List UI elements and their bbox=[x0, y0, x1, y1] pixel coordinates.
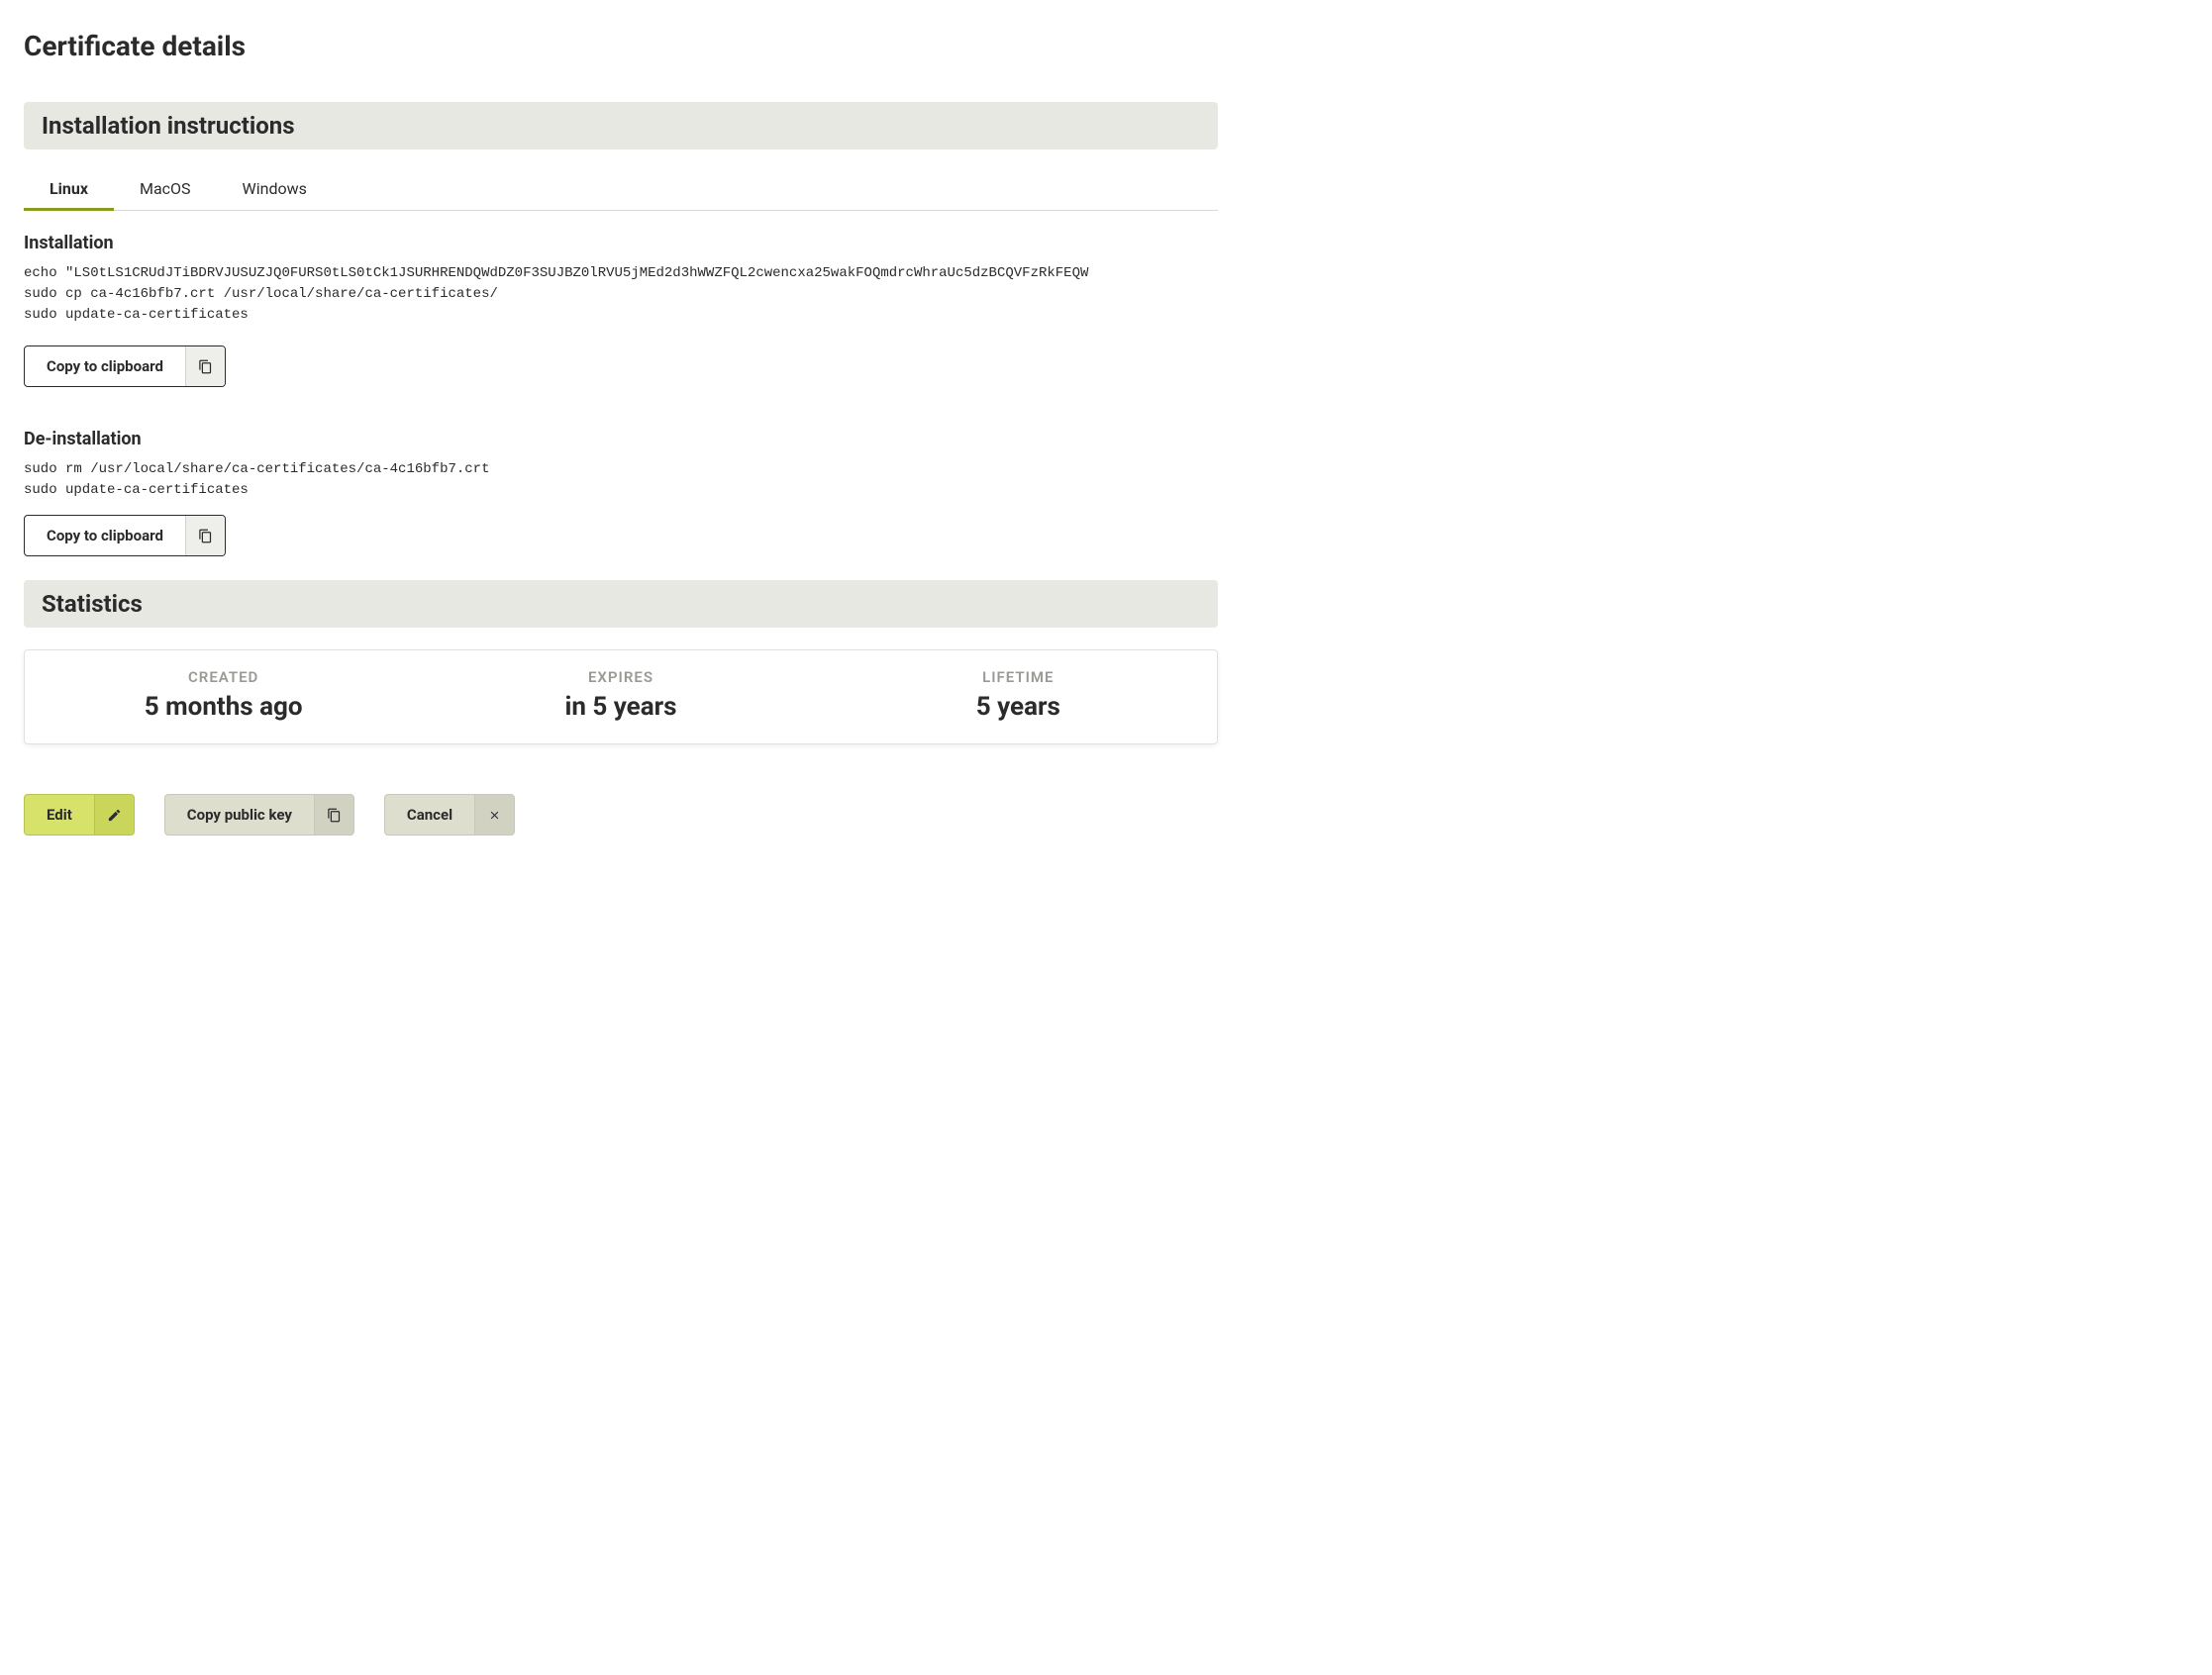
stat-created: CREATED 5 months ago bbox=[25, 668, 422, 722]
edit-icon bbox=[94, 795, 134, 835]
copy-deinstall-button[interactable]: Copy to clipboard bbox=[24, 515, 226, 556]
tab-linux[interactable]: Linux bbox=[24, 171, 114, 211]
copy-icon bbox=[185, 516, 225, 555]
cancel-button[interactable]: Cancel bbox=[384, 794, 515, 836]
close-icon bbox=[474, 795, 514, 835]
copy-icon bbox=[185, 346, 225, 386]
install-panel-header: Installation instructions bbox=[24, 102, 1218, 149]
stat-lifetime: LIFETIME 5 years bbox=[820, 668, 1217, 722]
tabs: Linux MacOS Windows bbox=[24, 171, 1218, 211]
tab-windows[interactable]: Windows bbox=[217, 171, 333, 211]
edit-button[interactable]: Edit bbox=[24, 794, 135, 836]
install-code-scroll[interactable]: echo "LS0tLS1CRUdJTiBDRVJUSUZJQ0FURS0tLS… bbox=[24, 263, 1218, 332]
copy-icon bbox=[314, 795, 353, 835]
stat-label: CREATED bbox=[25, 668, 422, 686]
stat-value: in 5 years bbox=[422, 692, 819, 722]
stats-card: CREATED 5 months ago EXPIRES in 5 years … bbox=[24, 649, 1218, 744]
copy-public-key-button[interactable]: Copy public key bbox=[164, 794, 354, 836]
edit-label: Edit bbox=[25, 795, 94, 835]
stat-label: LIFETIME bbox=[820, 668, 1217, 686]
stat-value: 5 months ago bbox=[25, 692, 422, 722]
copy-install-label: Copy to clipboard bbox=[25, 346, 185, 386]
copy-pubkey-label: Copy public key bbox=[165, 795, 314, 835]
installation-heading: Installation bbox=[24, 233, 1218, 253]
page-title: Certificate details bbox=[24, 30, 1218, 62]
action-row: Edit Copy public key Cancel bbox=[24, 794, 1218, 836]
stats-panel-header: Statistics bbox=[24, 580, 1218, 628]
deinstallation-heading: De-installation bbox=[24, 429, 1218, 449]
stat-value: 5 years bbox=[820, 692, 1217, 722]
cancel-label: Cancel bbox=[385, 795, 474, 835]
stat-label: EXPIRES bbox=[422, 668, 819, 686]
stat-expires: EXPIRES in 5 years bbox=[422, 668, 819, 722]
install-code: echo "LS0tLS1CRUdJTiBDRVJUSUZJQ0FURS0tLS… bbox=[24, 263, 1218, 326]
deinstall-code: sudo rm /usr/local/share/ca-certificates… bbox=[24, 459, 1218, 501]
copy-deinstall-label: Copy to clipboard bbox=[25, 516, 185, 555]
copy-install-button[interactable]: Copy to clipboard bbox=[24, 345, 226, 387]
tab-macos[interactable]: MacOS bbox=[114, 171, 217, 211]
